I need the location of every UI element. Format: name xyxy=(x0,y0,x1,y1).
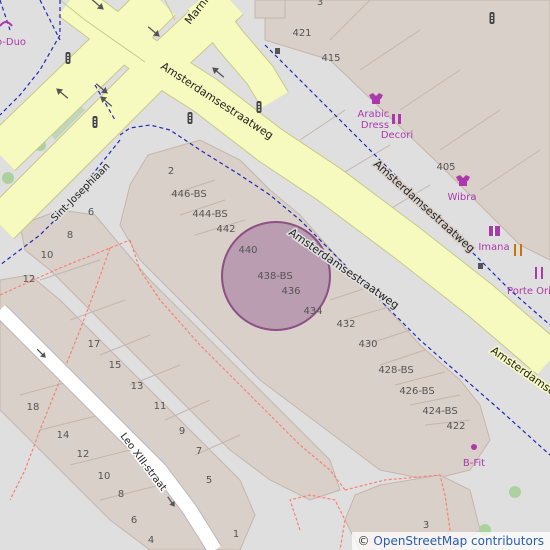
house-number: 424-BS xyxy=(422,406,457,417)
house-number: 17 xyxy=(88,339,101,350)
map-canvas[interactable]: 2446-BS444-BS442440438-BS436434432430428… xyxy=(0,0,550,550)
house-number: 6 xyxy=(88,207,94,218)
house-number: 15 xyxy=(109,360,122,371)
house-number: 6 xyxy=(131,515,137,526)
house-number: 422 xyxy=(446,421,465,432)
house-number: 7 xyxy=(196,446,202,457)
house-number: 12 xyxy=(23,274,36,285)
house-number: 10 xyxy=(41,250,54,261)
poi-label-wibra: Wibra xyxy=(447,192,476,203)
house-number: 1 xyxy=(233,529,239,540)
bfit-icon xyxy=(471,444,477,450)
house-number: 405 xyxy=(436,162,455,173)
house-number: 430 xyxy=(358,339,377,350)
house-number: 9 xyxy=(179,426,185,437)
attribution-link[interactable]: OpenStreetMap contributors xyxy=(373,534,544,548)
house-number: 14 xyxy=(57,430,70,441)
house-number: 3 xyxy=(317,0,323,8)
house-number: 11 xyxy=(154,401,167,412)
map[interactable]: 2 446-BS 444-BS 442 440 438-BS 436 434 432 430 428… xyxy=(0,0,550,550)
house-number: 421 xyxy=(292,28,311,39)
house-number: 8 xyxy=(67,230,73,241)
house-number: 12 xyxy=(77,449,90,460)
house-number: 426-BS xyxy=(399,386,434,397)
house-number: 10 xyxy=(98,471,111,482)
poi-label-duo: o-Duo xyxy=(0,37,26,48)
house-number: 415 xyxy=(321,53,340,64)
house-number: 18 xyxy=(27,402,40,413)
house-number: 442 xyxy=(216,224,235,235)
poi-label-imana: Imana xyxy=(478,242,509,253)
house-number: 428-BS xyxy=(378,365,413,376)
copyright-symbol: © xyxy=(357,534,370,548)
map-attribution: © OpenStreetMap contributors xyxy=(351,532,550,550)
poi-label-bfit: B-Fit xyxy=(463,458,485,469)
house-number: 436 xyxy=(281,286,300,297)
house-number: 432 xyxy=(336,319,355,330)
house-number: 438-BS xyxy=(257,271,292,282)
house-number: 434 xyxy=(303,306,322,317)
house-number: 3 xyxy=(423,520,429,531)
house-number: 446-BS xyxy=(171,189,206,200)
poi-label-arabic: Arabic Dress xyxy=(358,109,393,131)
house-number: 2 xyxy=(168,166,174,177)
poi-label-porte: Porte Ori xyxy=(507,286,550,297)
house-number: 13 xyxy=(131,381,144,392)
house-number: 444-BS xyxy=(192,209,227,220)
gift-icon-imana xyxy=(489,226,500,236)
house-number: 5 xyxy=(206,475,212,486)
house-number: 8 xyxy=(118,489,124,500)
house-number: 4 xyxy=(148,535,154,546)
house-number: 440 xyxy=(238,245,257,256)
poi-label-decori: Decori xyxy=(381,130,413,141)
